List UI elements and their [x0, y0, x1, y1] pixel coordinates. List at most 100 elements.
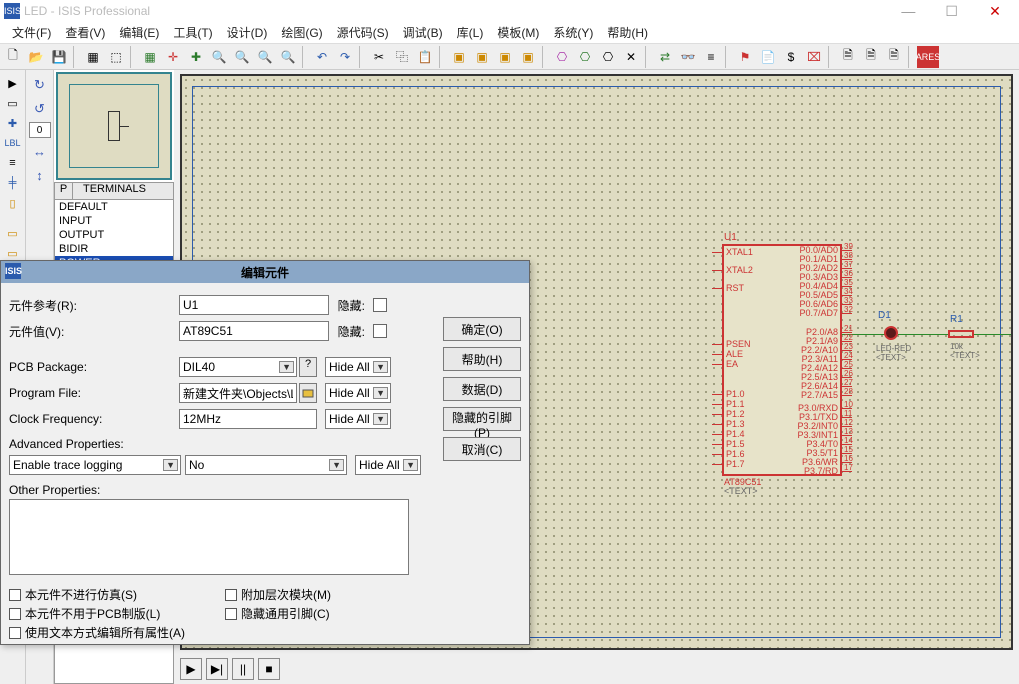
component-r1[interactable] — [948, 330, 974, 338]
ares-icon[interactable]: ⌧ — [803, 46, 825, 68]
bom-icon[interactable]: $ — [780, 46, 802, 68]
play-button[interactable]: ▶ — [180, 658, 202, 680]
junction-mode-icon[interactable]: ✚ — [2, 114, 24, 132]
list-item[interactable]: INPUT — [55, 214, 173, 228]
open-icon[interactable]: 📂 — [25, 46, 47, 68]
menu-view[interactable]: 查看(V) — [59, 22, 111, 43]
block-rotate-icon[interactable]: ▣ — [494, 46, 516, 68]
dialog-titlebar[interactable]: ISIS 编辑元件 — [1, 261, 529, 283]
component-mode-icon[interactable]: ▭ — [2, 94, 24, 112]
input-val[interactable] — [179, 321, 329, 341]
block-move-icon[interactable]: ▣ — [471, 46, 493, 68]
component-d1[interactable] — [884, 326, 898, 340]
hidden-pins-button[interactable]: 隐藏的引脚(P) — [443, 407, 521, 431]
combo-pkg[interactable]: DIL40▼ — [179, 357, 297, 377]
rotate-cw-icon[interactable]: ↻ — [29, 74, 51, 96]
tool-b-icon[interactable]: 🗎 — [860, 46, 882, 68]
zoom-fit-icon[interactable]: 🔍 — [254, 46, 276, 68]
close-button[interactable]: ✕ — [975, 3, 1015, 20]
menu-graph[interactable]: 绘图(G) — [275, 22, 328, 43]
maximize-button[interactable]: ☐ — [932, 3, 972, 20]
rotation-input[interactable] — [29, 122, 51, 138]
text-script-icon[interactable]: ≡ — [2, 154, 24, 172]
check-hier-module[interactable]: 附加层次模块(M) — [225, 586, 331, 603]
list-item[interactable]: DEFAULT — [55, 200, 173, 214]
checkbox-hide-val[interactable] — [373, 324, 387, 338]
grid-icon[interactable]: ▦ — [139, 46, 161, 68]
list-item[interactable]: OUTPUT — [55, 228, 173, 242]
paste-icon[interactable]: 📋 — [414, 46, 436, 68]
menu-source[interactable]: 源代码(S) — [331, 22, 395, 43]
zoom-out-icon[interactable]: 🔍 — [231, 46, 253, 68]
stop-button[interactable]: ■ — [258, 658, 280, 680]
menu-file[interactable]: 文件(F) — [6, 22, 57, 43]
browse-button[interactable] — [299, 383, 317, 403]
wire-autorouter-icon[interactable]: ⇄ — [654, 46, 676, 68]
ares-link-icon[interactable]: ARES — [917, 46, 939, 68]
step-button[interactable]: ▶| — [206, 658, 228, 680]
pause-button[interactable]: || — [232, 658, 254, 680]
select-mode-icon[interactable]: ▶ — [2, 74, 24, 92]
combo-hideall-pkg[interactable]: Hide All▼ — [325, 357, 391, 377]
textarea-other-props[interactable] — [9, 499, 409, 575]
print-area-icon[interactable]: ▦ — [82, 46, 104, 68]
help-button[interactable]: 帮助(H) — [443, 347, 521, 371]
redo-icon[interactable]: ↷ — [334, 46, 356, 68]
data-button[interactable]: 数据(D) — [443, 377, 521, 401]
cancel-button[interactable]: 取消(C) — [443, 437, 521, 461]
menu-design[interactable]: 设计(D) — [221, 22, 274, 43]
center-icon[interactable]: ✚ — [185, 46, 207, 68]
flip-v-icon[interactable]: ↕ — [29, 164, 51, 186]
undo-icon[interactable]: ↶ — [311, 46, 333, 68]
search-icon[interactable]: 👓 — [677, 46, 699, 68]
check-no-sim[interactable]: 本元件不进行仿真(S) — [9, 586, 185, 603]
input-ref[interactable] — [179, 295, 329, 315]
terminal-mode-icon[interactable]: ▭ — [2, 224, 24, 242]
overview-panel[interactable] — [56, 72, 172, 180]
flip-h-icon[interactable]: ↔ — [29, 140, 51, 162]
subcircuit-icon[interactable]: ▯ — [2, 194, 24, 212]
erc-icon[interactable]: ⚑ — [734, 46, 756, 68]
tool-c-icon[interactable]: 🗎 — [883, 46, 905, 68]
save-icon[interactable]: 💾 — [48, 46, 70, 68]
input-clk[interactable] — [179, 409, 317, 429]
tool-a-icon[interactable]: 🗎 — [837, 46, 859, 68]
check-text-edit[interactable]: 使用文本方式编辑所有属性(A) — [9, 624, 185, 641]
minimize-button[interactable]: — — [888, 3, 928, 19]
menu-library[interactable]: 库(L) — [451, 22, 490, 43]
menu-template[interactable]: 模板(M) — [491, 22, 545, 43]
decompose-icon[interactable]: ✕ — [620, 46, 642, 68]
new-icon[interactable]: 🗋 — [2, 46, 24, 68]
block-copy-icon[interactable]: ▣ — [448, 46, 470, 68]
menu-debug[interactable]: 调试(B) — [397, 22, 449, 43]
menu-help[interactable]: 帮助(H) — [601, 22, 654, 43]
zoom-area-icon[interactable]: 🔍 — [277, 46, 299, 68]
list-item[interactable]: BIDIR — [55, 242, 173, 256]
copy-icon[interactable]: ⿻ — [391, 46, 413, 68]
package-icon[interactable]: ⎔ — [597, 46, 619, 68]
bus-mode-icon[interactable]: ╪ — [2, 174, 24, 192]
label-mode-icon[interactable]: LBL — [2, 134, 24, 152]
menu-system[interactable]: 系统(Y) — [547, 22, 599, 43]
zoom-in-icon[interactable]: 🔍 — [208, 46, 230, 68]
combo-adv-key[interactable]: Enable trace logging▼ — [9, 455, 181, 475]
check-no-pcb[interactable]: 本元件不用于PCB制版(L) — [9, 605, 185, 622]
block-delete-icon[interactable]: ▣ — [517, 46, 539, 68]
pick-icon[interactable]: ⎔ — [551, 46, 573, 68]
rotate-ccw-icon[interactable]: ↺ — [29, 98, 51, 120]
menu-tools[interactable]: 工具(T) — [167, 22, 218, 43]
combo-adv-val[interactable]: No▼ — [185, 455, 347, 475]
ok-button[interactable]: 确定(O) — [443, 317, 521, 341]
combo-hideall-clk[interactable]: Hide All▼ — [325, 409, 391, 429]
cut-icon[interactable]: ✂ — [368, 46, 390, 68]
checkbox-hide-ref[interactable] — [373, 298, 387, 312]
pkg-help-button[interactable]: ? — [299, 357, 317, 377]
origin-icon[interactable]: ✛ — [162, 46, 184, 68]
import-icon[interactable]: ⬚ — [105, 46, 127, 68]
property-icon[interactable]: ≡ — [700, 46, 722, 68]
list-header-p[interactable]: P — [55, 183, 73, 199]
combo-hideall-prog[interactable]: Hide All▼ — [325, 383, 391, 403]
input-prog[interactable] — [179, 383, 297, 403]
combo-hideall-adv[interactable]: Hide All▼ — [355, 455, 421, 475]
check-hide-common-pins[interactable]: 隐藏通用引脚(C) — [225, 605, 331, 622]
